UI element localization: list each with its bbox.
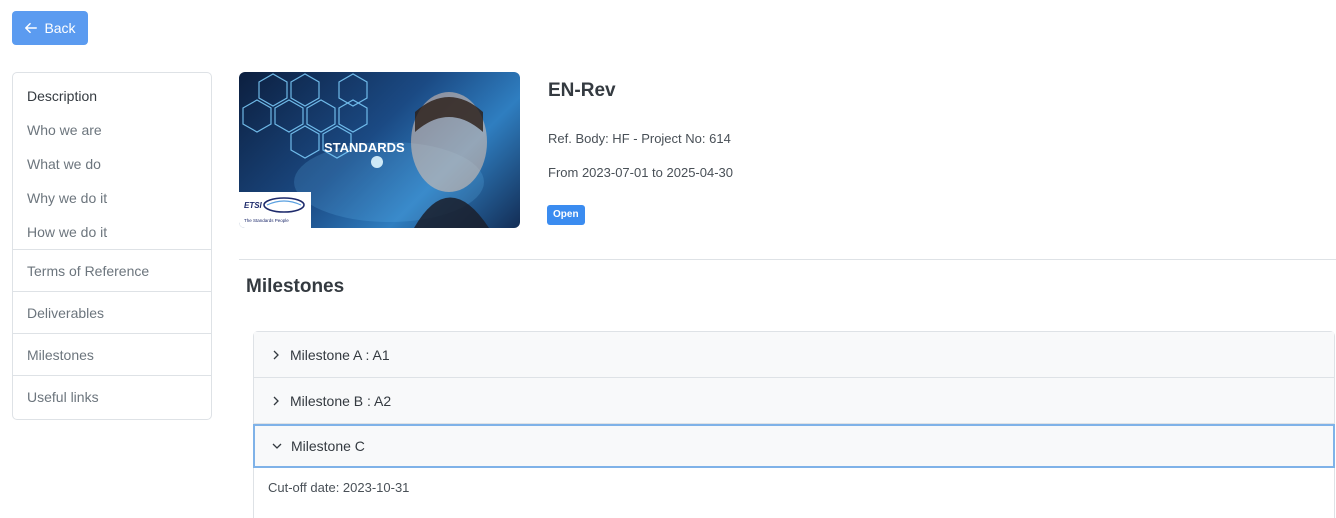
milestone-b-toggle[interactable]: Milestone B : A2: [254, 378, 1334, 424]
etsi-logo-text: ETSI: [244, 201, 263, 210]
project-reference: Ref. Body: HF - Project No: 614: [548, 131, 731, 146]
chevron-down-icon: [272, 443, 282, 449]
status-badge: Open: [547, 205, 585, 225]
arrow-left-icon: [25, 22, 38, 34]
milestone-a-label: Milestone A : A1: [290, 346, 390, 363]
milestone-c-label: Milestone C: [291, 438, 365, 454]
project-title: EN-Rev: [548, 80, 616, 101]
etsi-logo-tagline: The Standards People: [244, 218, 289, 223]
etsi-logo: ETSI The Standards People: [239, 192, 311, 228]
sidebar-item-why-we-do-it[interactable]: Why we do it: [13, 181, 211, 215]
sidebar-item-milestones[interactable]: Milestones: [13, 334, 211, 376]
sidebar-item-what-we-do[interactable]: What we do: [13, 147, 211, 181]
chevron-right-icon: [273, 350, 279, 359]
milestones-heading: Milestones: [246, 276, 345, 297]
sidebar-item-how-we-do-it[interactable]: How we do it: [13, 215, 211, 249]
milestones-accordion: Milestone A : A1 Milestone B : A2 Milest…: [253, 331, 1335, 518]
sidebar-item-terms-of-reference[interactable]: Terms of Reference: [13, 250, 211, 292]
sidebar-item-deliverables[interactable]: Deliverables: [13, 292, 211, 334]
sidebar-item-who-we-are[interactable]: Who we are: [13, 113, 211, 147]
milestone-c-toggle[interactable]: Milestone C: [253, 424, 1335, 468]
project-dates: From 2023-07-01 to 2025-04-30: [548, 165, 734, 180]
project-hero-image: STANDARDS ETSI The Standards People: [239, 72, 520, 228]
section-divider: [239, 259, 1336, 260]
sidebar-description-group: Description Who we are What we do Why we…: [13, 73, 211, 250]
back-button[interactable]: Back: [12, 11, 88, 45]
sidebar-item-useful-links[interactable]: Useful links: [13, 376, 211, 418]
sidebar-item-description[interactable]: Description: [13, 79, 211, 113]
back-button-label: Back: [44, 20, 76, 36]
sidebar-nav: Description Who we are What we do Why we…: [12, 72, 212, 420]
milestone-a-toggle[interactable]: Milestone A : A1: [254, 332, 1334, 378]
milestone-b-label: Milestone B : A2: [290, 392, 392, 409]
milestone-c-cutoff-date: Cut-off date: 2023-10-31: [268, 480, 410, 495]
chevron-right-icon: [273, 396, 279, 405]
milestone-c-detail: Cut-off date: 2023-10-31: [253, 468, 1335, 518]
hero-banner-text: STANDARDS: [324, 140, 405, 155]
